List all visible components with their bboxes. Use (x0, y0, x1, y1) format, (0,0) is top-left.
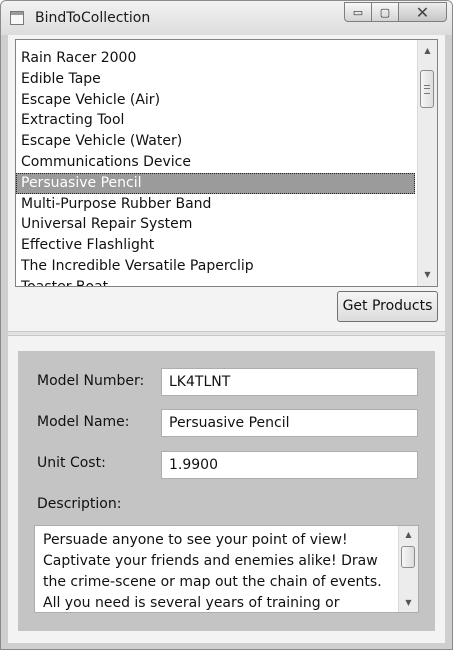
window-title: BindToCollection (35, 10, 151, 26)
product-details-panel: Model Number: LK4TLNT Model Name: Persua… (18, 351, 435, 631)
scrollbar-thumb[interactable] (420, 70, 434, 108)
list-item[interactable]: Communications Device (16, 152, 415, 173)
close-icon: ✕ (415, 2, 430, 22)
scroll-up-icon[interactable]: ▲ (418, 42, 437, 60)
list-item[interactable]: Toaster Boat (16, 277, 415, 286)
window-controls: ▭ ▢ ✕ (344, 2, 447, 22)
list-item[interactable]: Persuasive Pencil (16, 172, 415, 194)
products-listbox[interactable]: Rain Racer 2000 Edible Tape Escape Vehicle… (15, 39, 438, 287)
list-item[interactable]: The Incredible Versatile Paperclip (16, 256, 415, 277)
list-item[interactable]: Universal Repair System (16, 214, 415, 235)
scroll-up-icon[interactable]: ▲ (399, 526, 418, 544)
list-item[interactable]: Multi-Purpose Rubber Band (16, 194, 415, 215)
list-item[interactable]: Effective Flashlight (16, 235, 415, 256)
maximize-button[interactable]: ▢ (372, 2, 399, 22)
model-name-field[interactable]: Persuasive Pencil (161, 409, 418, 437)
description-scrollbar[interactable]: ▲ ▼ (398, 526, 418, 612)
client-area: Rain Racer 2000 Edible Tape Escape Vehicle… (8, 35, 445, 643)
minimize-icon: ▭ (352, 5, 364, 19)
products-scrollbar[interactable]: ▲ ▼ (417, 40, 437, 286)
description-text: Persuade anyone to see your point of vie… (43, 532, 382, 611)
window-icon (10, 11, 24, 25)
maximize-icon: ▢ (379, 5, 391, 19)
description-label: Description: (37, 496, 122, 512)
grip-icon (424, 84, 430, 94)
list-item[interactable]: Edible Tape (16, 69, 415, 90)
list-item[interactable]: Escape Vehicle (Water) (16, 131, 415, 152)
description-field[interactable]: Persuade anyone to see your point of vie… (34, 525, 419, 613)
unit-cost-label: Unit Cost: (37, 455, 106, 471)
model-number-field[interactable]: LK4TLNT (161, 368, 418, 396)
model-number-label: Model Number: (37, 373, 145, 389)
title-bar[interactable]: BindToCollection ▭ ▢ ✕ (1, 1, 452, 35)
minimize-button[interactable]: ▭ (344, 2, 372, 22)
description-scrollbar-thumb[interactable] (401, 546, 415, 568)
model-name-label: Model Name: (37, 414, 130, 430)
products-list: Rain Racer 2000 Edible Tape Escape Vehicle… (16, 48, 415, 286)
get-products-button[interactable]: Get Products (337, 291, 438, 322)
list-item[interactable]: Extracting Tool (16, 110, 415, 131)
scroll-down-icon[interactable]: ▼ (399, 594, 418, 612)
list-item[interactable]: Escape Vehicle (Air) (16, 90, 415, 111)
close-button[interactable]: ✕ (399, 2, 447, 22)
scroll-down-icon[interactable]: ▼ (418, 266, 437, 284)
unit-cost-field[interactable]: 1.9900 (161, 451, 418, 479)
grid-splitter[interactable] (8, 331, 445, 336)
list-item[interactable]: Rain Racer 2000 (16, 48, 415, 69)
app-window: BindToCollection ▭ ▢ ✕ Rain Racer 2000 Ed… (0, 0, 453, 650)
